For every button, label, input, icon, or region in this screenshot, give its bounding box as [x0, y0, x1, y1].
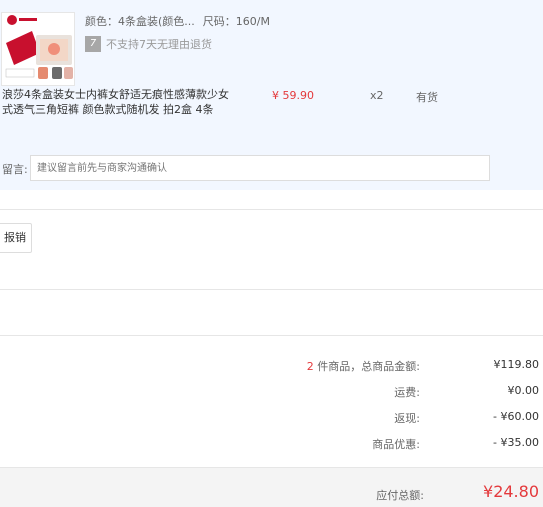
summary-goods-label: 2 件商品，总商品金额: [306, 360, 420, 373]
total-bar: 应付总额: ¥24.80 [0, 467, 543, 507]
payable-label: 应付总额: [376, 489, 424, 502]
product-image-icon [2, 13, 74, 85]
product-quantity: x2 [370, 89, 384, 102]
rebate-label: 返现: [394, 412, 420, 425]
shipping-label: 运费: [394, 386, 420, 399]
item-count: 2 [306, 360, 314, 373]
return-policy-note: 7 不支持7天无理由退货 [85, 36, 212, 52]
product-price: ¥ 59.90 [272, 89, 314, 102]
shipping-value: ¥0.00 [507, 384, 540, 397]
product-title[interactable]: 浪莎4条盒装女士内裤女舒适无痕性感薄款少女式透气三角短裤 颜色款式随机发 拍2盒… [2, 87, 232, 117]
message-label: 留言: [2, 163, 28, 176]
discount-value: - ¥35.00 [493, 436, 539, 449]
spec-size: 尺码：160/M [202, 15, 270, 28]
product-thumbnail[interactable] [1, 12, 75, 86]
divider [0, 289, 543, 290]
divider [0, 209, 543, 210]
spec-color: 颜色：4条盒装(颜色... [85, 15, 195, 28]
message-input[interactable] [30, 155, 490, 181]
product-block: 颜色：4条盒装(颜色... 尺码：160/M 7 不支持7天无理由退货 浪莎4条盒… [0, 0, 543, 190]
no-return-icon: 7 [85, 36, 101, 52]
discount-label: 商品优惠: [372, 438, 420, 451]
divider [0, 335, 543, 336]
order-confirmation-page: 颜色：4条盒装(颜色... 尺码：160/M 7 不支持7天无理由退货 浪莎4条盒… [0, 0, 543, 507]
payable-value: ¥24.80 [483, 482, 539, 501]
product-spec: 颜色：4条盒装(颜色... 尺码：160/M [85, 13, 270, 29]
invoice-button[interactable]: 报销 [0, 223, 32, 253]
return-policy-text: 不支持7天无理由退货 [106, 38, 212, 51]
stock-status: 有货 [416, 91, 438, 104]
rebate-value: - ¥60.00 [493, 410, 539, 423]
summary-goods-value: ¥119.80 [493, 358, 540, 371]
